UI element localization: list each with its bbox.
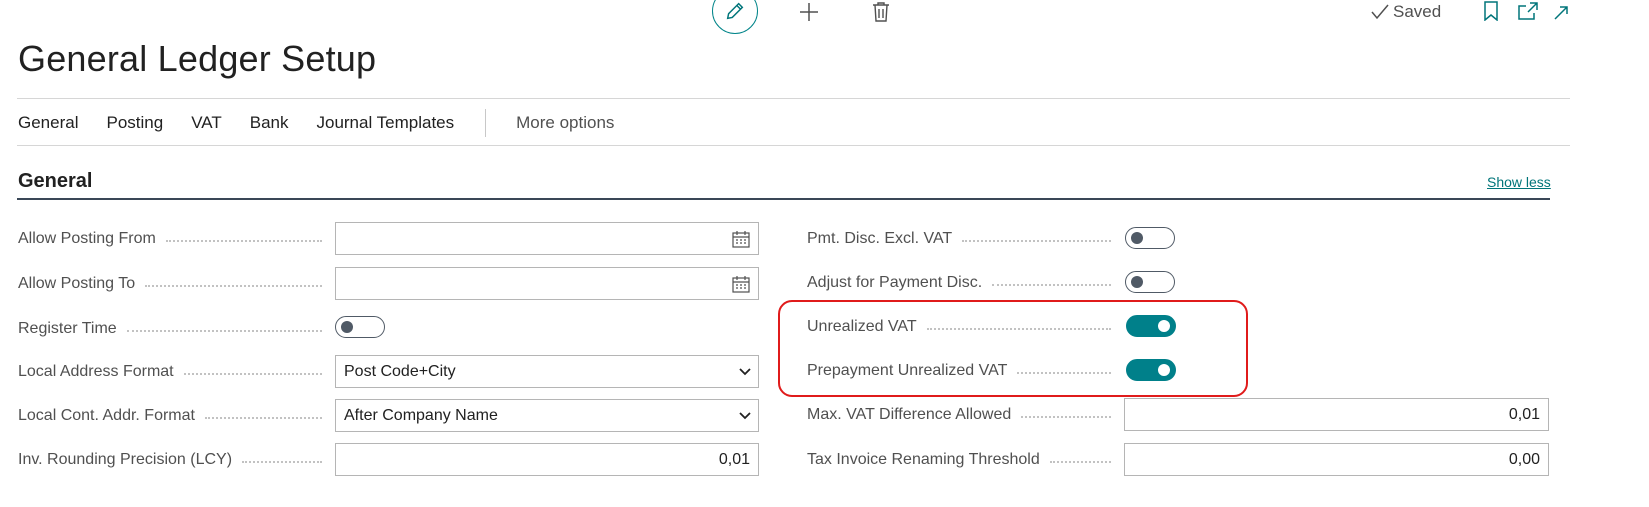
allow-posting-to-label: Allow Posting To — [18, 273, 328, 295]
action-nav: General Posting VAT Bank Journal Templat… — [18, 109, 614, 137]
toggle-knob — [1131, 232, 1143, 244]
toggle-knob — [1158, 364, 1170, 376]
chevron-down-icon — [739, 368, 751, 376]
action-bar: Saved — [0, 0, 1649, 40]
local-cont-addr-format-select[interactable]: After Company Name — [335, 399, 759, 432]
section-underline — [17, 198, 1550, 200]
inv-rounding-precision-label: Inv. Rounding Precision (LCY) — [18, 449, 328, 471]
local-address-format-value: Post Code+City — [344, 362, 456, 380]
inv-rounding-precision-value: 0,01 — [718, 450, 750, 468]
toggle-knob — [1158, 320, 1170, 332]
bookmark-button[interactable] — [1481, 0, 1501, 22]
local-address-format-select[interactable]: Post Code+City — [335, 355, 759, 388]
pmt-disc-excl-vat-label: Pmt. Disc. Excl. VAT — [807, 228, 1117, 250]
max-vat-difference-input[interactable]: 0,01 — [1124, 398, 1549, 431]
section-title[interactable]: General — [18, 170, 92, 193]
adjust-for-payment-disc-label: Adjust for Payment Disc. — [807, 272, 1117, 294]
divider — [17, 145, 1570, 146]
saved-label: Saved — [1393, 2, 1442, 21]
plus-icon — [800, 3, 818, 21]
unrealized-vat-label: Unrealized VAT — [807, 316, 1117, 338]
saved-status: Saved — [1371, 2, 1441, 22]
more-options-button[interactable]: More options — [516, 113, 614, 133]
new-button[interactable] — [796, 0, 822, 24]
allow-posting-from-input[interactable] — [335, 222, 759, 255]
expand-arrow-icon — [1554, 6, 1568, 20]
checkmark-icon — [1371, 4, 1389, 20]
local-cont-addr-format-label: Local Cont. Addr. Format — [18, 405, 328, 427]
pmt-disc-excl-vat-toggle[interactable] — [1125, 227, 1175, 249]
adjust-for-payment-disc-toggle[interactable] — [1125, 271, 1175, 293]
toggle-knob — [341, 321, 353, 333]
chevron-down-icon — [739, 412, 751, 420]
calendar-icon[interactable] — [732, 276, 750, 293]
nav-separator — [485, 109, 487, 137]
tax-invoice-renaming-threshold-input[interactable]: 0,00 — [1124, 443, 1549, 476]
local-cont-addr-format-value: After Company Name — [344, 406, 498, 424]
open-new-window-button[interactable] — [1517, 0, 1539, 22]
highlight-annotation — [778, 300, 1248, 397]
max-vat-difference-value: 0,01 — [1508, 405, 1540, 423]
allow-posting-from-label: Allow Posting From — [18, 228, 328, 250]
nav-general[interactable]: General — [18, 113, 78, 133]
nav-bank[interactable]: Bank — [250, 113, 289, 133]
nav-posting[interactable]: Posting — [106, 113, 163, 133]
nav-journal-templates[interactable]: Journal Templates — [316, 113, 454, 133]
register-time-toggle[interactable] — [335, 316, 385, 338]
prepayment-unrealized-vat-label: Prepayment Unrealized VAT — [807, 360, 1117, 382]
register-time-label: Register Time — [18, 318, 328, 340]
page-title: General Ledger Setup — [18, 38, 377, 79]
toggle-knob — [1131, 276, 1143, 288]
calendar-icon[interactable] — [732, 231, 750, 248]
allow-posting-to-input[interactable] — [335, 267, 759, 300]
pencil-icon — [726, 2, 744, 20]
tax-invoice-renaming-threshold-value: 0,00 — [1508, 450, 1540, 468]
inv-rounding-precision-input[interactable]: 0,01 — [335, 443, 759, 476]
max-vat-difference-label: Max. VAT Difference Allowed — [807, 404, 1117, 426]
expand-button[interactable] — [1552, 4, 1570, 22]
unrealized-vat-toggle[interactable] — [1126, 315, 1176, 337]
edit-button[interactable] — [712, 0, 758, 34]
trash-icon — [873, 2, 889, 22]
prepayment-unrealized-vat-toggle[interactable] — [1126, 359, 1176, 381]
popout-icon — [1518, 2, 1538, 20]
tax-invoice-renaming-threshold-label: Tax Invoice Renaming Threshold — [807, 449, 1117, 471]
show-less-link[interactable]: Show less — [1487, 174, 1551, 190]
delete-button[interactable] — [870, 0, 892, 24]
nav-vat[interactable]: VAT — [191, 113, 222, 133]
bookmark-icon — [1484, 1, 1498, 21]
local-address-format-label: Local Address Format — [18, 361, 328, 383]
divider — [17, 98, 1570, 99]
